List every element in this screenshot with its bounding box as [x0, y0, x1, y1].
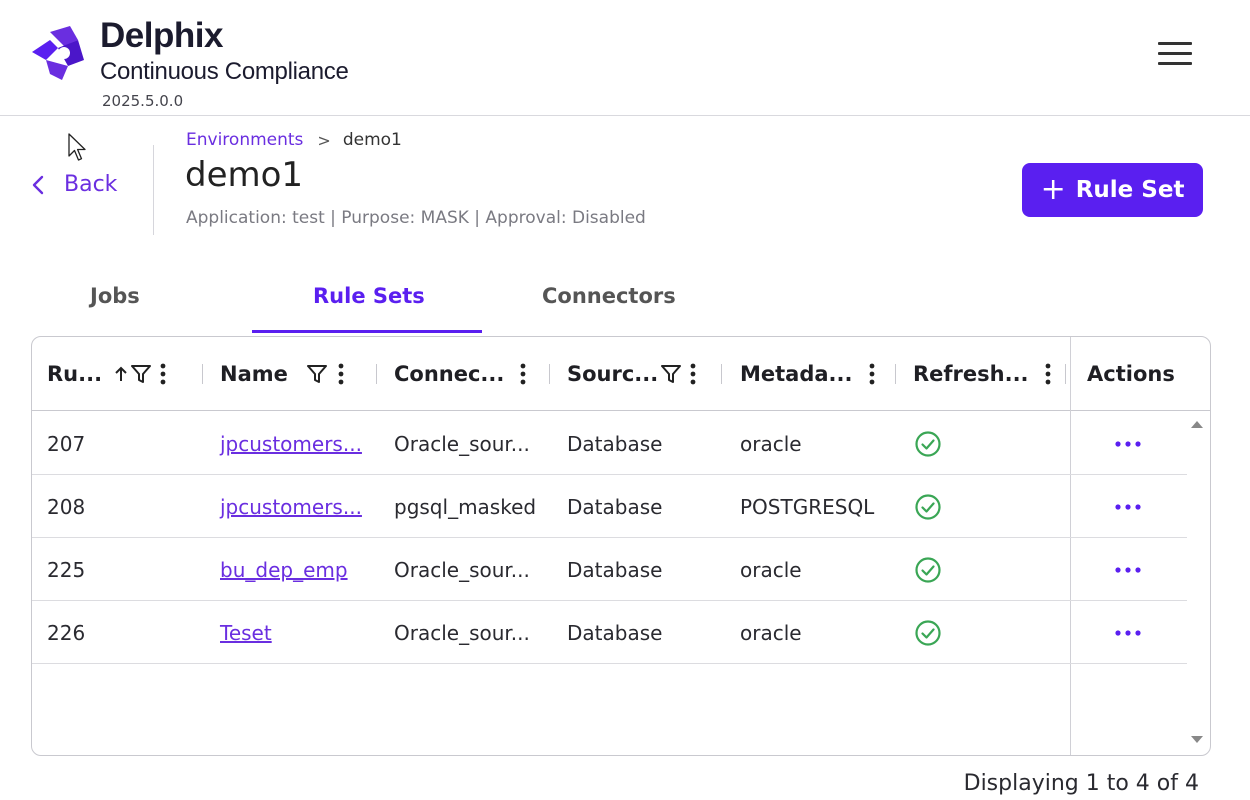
column-menu-icon[interactable]	[160, 363, 166, 385]
source-type: Database	[567, 431, 663, 456]
column-separator[interactable]	[895, 364, 896, 384]
source-type: Database	[567, 557, 663, 582]
table-header: Ru... Name Connec... Sourc... Metada... …	[32, 337, 1210, 411]
column-header-name[interactable]: Name	[220, 337, 344, 411]
rule-set-id: 208	[47, 494, 86, 519]
table-row[interactable]: 225 bu_dep_emp Oracle_sour... Database o…	[32, 538, 1187, 601]
back-button[interactable]: Back	[32, 172, 117, 197]
column-separator[interactable]	[202, 364, 203, 384]
environment-meta: Application: test | Purpose: MASK | Appr…	[186, 208, 646, 228]
rule-sets-table: Ru... Name Connec... Sourc... Metada... …	[31, 336, 1211, 756]
rule-set-name-link[interactable]: jpcustomers...	[220, 495, 362, 519]
back-label: Back	[64, 172, 118, 197]
breadcrumb: Environments > demo1	[186, 130, 402, 150]
rule-set-id: 226	[47, 620, 86, 645]
breadcrumb-environments-link[interactable]: Environments	[186, 130, 303, 150]
add-rule-set-button[interactable]: + Rule Set	[1022, 163, 1203, 217]
column-menu-icon[interactable]	[690, 363, 696, 385]
column-menu-icon[interactable]	[869, 363, 875, 385]
rule-set-name-link[interactable]: Teset	[220, 621, 272, 645]
column-separator[interactable]	[549, 364, 550, 384]
source-type: Database	[567, 620, 663, 645]
header-divider	[153, 145, 154, 235]
column-menu-icon[interactable]	[520, 363, 526, 385]
app-header: Delphix Continuous Compliance 2025.5.0.0	[0, 0, 1250, 116]
filter-icon[interactable]	[306, 364, 328, 384]
column-separator	[1065, 364, 1066, 384]
row-actions-menu-icon[interactable]	[1115, 412, 1141, 475]
rule-set-name-link[interactable]: bu_dep_emp	[220, 558, 348, 582]
rule-set-id: 207	[47, 431, 86, 456]
brand-name: Delphix	[100, 16, 223, 55]
table-row[interactable]: 208 jpcustomers... pgsql_masked Database…	[32, 475, 1187, 538]
table-row[interactable]: 207 jpcustomers... Oracle_sour... Databa…	[32, 412, 1187, 475]
column-header-rule-set-id[interactable]: Ru...	[47, 337, 166, 411]
app-root: Delphix Continuous Compliance 2025.5.0.0…	[0, 0, 1250, 800]
connector-name: Oracle_sour...	[394, 620, 530, 645]
add-rule-set-label: Rule Set	[1075, 177, 1185, 203]
page-title: demo1	[185, 155, 304, 195]
breadcrumb-separator: >	[317, 130, 331, 150]
metadata-type: POSTGRESQL	[740, 494, 875, 519]
column-menu-icon[interactable]	[1045, 363, 1051, 385]
tab-rule-sets[interactable]: Rule Sets	[313, 284, 425, 308]
pagination-summary: Displaying 1 to 4 of 4	[963, 771, 1199, 796]
column-header-refresh[interactable]: Refresh...	[913, 337, 1051, 411]
metadata-type: oracle	[740, 557, 802, 582]
delphix-logo-icon	[32, 26, 84, 80]
source-type: Database	[567, 494, 663, 519]
chevron-left-icon	[32, 175, 44, 194]
active-tab-indicator	[252, 330, 482, 333]
metadata-type: oracle	[740, 620, 802, 645]
scroll-down-arrow-icon[interactable]	[1191, 736, 1203, 743]
row-actions-menu-icon[interactable]	[1115, 601, 1141, 664]
refresh-status-check-icon	[914, 538, 942, 601]
refresh-status-check-icon	[914, 412, 942, 475]
column-separator[interactable]	[376, 364, 377, 384]
refresh-status-check-icon	[914, 601, 942, 664]
refresh-status-check-icon	[914, 475, 942, 538]
column-header-connector[interactable]: Connec...	[394, 337, 526, 411]
tab-jobs[interactable]: Jobs	[90, 284, 140, 308]
version-label: 2025.5.0.0	[102, 92, 184, 110]
breadcrumb-current: demo1	[342, 130, 402, 150]
connector-name: pgsql_masked	[394, 494, 537, 519]
row-actions-menu-icon[interactable]	[1115, 538, 1141, 601]
column-header-source[interactable]: Sourc...	[567, 337, 696, 411]
metadata-type: oracle	[740, 431, 802, 456]
tab-connectors[interactable]: Connectors	[542, 284, 676, 308]
plus-icon: +	[1040, 172, 1066, 207]
filter-icon[interactable]	[660, 364, 682, 384]
column-header-metadata[interactable]: Metada...	[740, 337, 875, 411]
connector-name: Oracle_sour...	[394, 557, 530, 582]
column-menu-icon[interactable]	[338, 363, 344, 385]
rule-set-name-link[interactable]: jpcustomers...	[220, 432, 362, 456]
mouse-pointer-icon	[68, 133, 86, 161]
column-separator[interactable]	[721, 364, 722, 384]
hamburger-menu-icon[interactable]	[1158, 42, 1192, 68]
rule-set-id: 225	[47, 557, 86, 582]
table-row[interactable]: 226 Teset Oracle_sour... Database oracle	[32, 601, 1187, 664]
filter-icon[interactable]	[130, 364, 152, 384]
column-header-actions: Actions	[1087, 362, 1175, 386]
row-actions-menu-icon[interactable]	[1115, 475, 1141, 538]
scroll-up-arrow-icon[interactable]	[1191, 421, 1203, 428]
sort-ascending-icon[interactable]	[114, 365, 128, 383]
connector-name: Oracle_sour...	[394, 431, 530, 456]
brand-subtitle: Continuous Compliance	[100, 58, 349, 85]
